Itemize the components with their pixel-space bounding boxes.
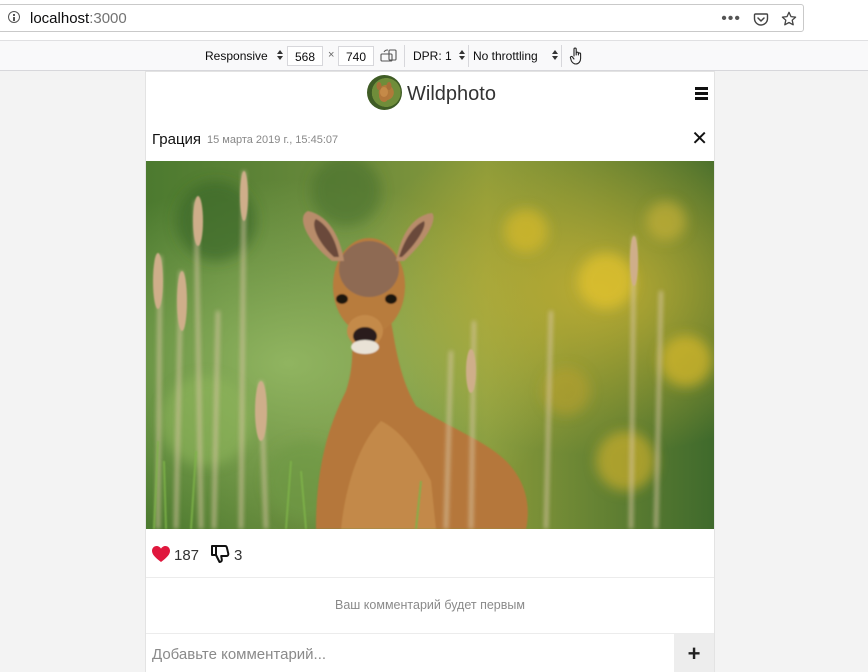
dislike-count: 3 <box>234 547 243 564</box>
empty-comments-message: Ваш комментарий будет первым <box>146 577 714 634</box>
deer-logo-image <box>376 82 392 102</box>
dpr-select-arrows-icon <box>459 50 465 60</box>
post-reactions: 187 3 <box>146 529 714 578</box>
post-header: Грация 15 марта 2019 г., 15:45:07 ✕ <box>146 117 714 161</box>
responsive-toolbar: Responsive 568 × 740 DPR: 1 No throttlin… <box>0 40 868 71</box>
dpr-select-label: DPR: 1 <box>413 49 452 63</box>
deer-photo-image <box>146 161 714 529</box>
post-photo <box>146 161 714 529</box>
device-select[interactable]: Responsive <box>205 47 283 65</box>
url-text[interactable]: localhost:3000 <box>30 10 127 27</box>
touch-pointer-icon[interactable] <box>569 47 583 65</box>
comment-input[interactable] <box>146 634 674 672</box>
close-icon[interactable]: ✕ <box>691 129 708 149</box>
star-icon[interactable] <box>781 11 797 27</box>
post-author[interactable]: Грация <box>152 131 201 148</box>
viewport-height-input[interactable]: 740 <box>338 46 374 66</box>
throttling-select-arrows-icon <box>552 50 558 60</box>
info-icon[interactable] <box>8 11 20 23</box>
thumbs-down-icon[interactable] <box>210 544 230 564</box>
page-actions: ••• <box>721 8 797 30</box>
like-count: 187 <box>174 547 200 564</box>
heart-icon[interactable] <box>151 545 171 563</box>
throttling-select-label: No throttling <box>473 49 538 63</box>
hamburger-icon[interactable] <box>695 87 708 100</box>
url-host: localhost <box>30 10 90 27</box>
more-dots-icon[interactable]: ••• <box>721 11 741 27</box>
app-header: Wildphoto <box>146 72 714 117</box>
toolbar-divider <box>468 45 469 67</box>
comment-form: + <box>146 634 714 672</box>
dimension-separator: × <box>328 49 335 61</box>
viewport-width-input[interactable]: 568 <box>287 46 323 66</box>
app-logo[interactable] <box>367 75 402 110</box>
address-bar[interactable]: localhost:3000 ••• <box>0 4 804 32</box>
pocket-icon[interactable] <box>753 11 769 27</box>
post-date: 15 марта 2019 г., 15:45:07 <box>207 134 339 146</box>
device-select-arrows-icon <box>277 50 283 60</box>
add-comment-button[interactable]: + <box>674 634 714 672</box>
rotate-icon[interactable] <box>380 49 398 63</box>
toolbar-divider <box>404 45 405 67</box>
app-brand-name[interactable]: Wildphoto <box>407 83 496 106</box>
browser-toolbar: localhost:3000 ••• <box>0 0 868 40</box>
url-port: :3000 <box>89 10 127 27</box>
device-select-label: Responsive <box>205 49 268 63</box>
page-viewport: Wildphoto Грация 15 марта 2019 г., 15:45… <box>146 72 714 672</box>
toolbar-divider <box>561 45 562 67</box>
dpr-select[interactable]: DPR: 1 <box>413 47 465 65</box>
throttling-select[interactable]: No throttling <box>473 47 558 65</box>
